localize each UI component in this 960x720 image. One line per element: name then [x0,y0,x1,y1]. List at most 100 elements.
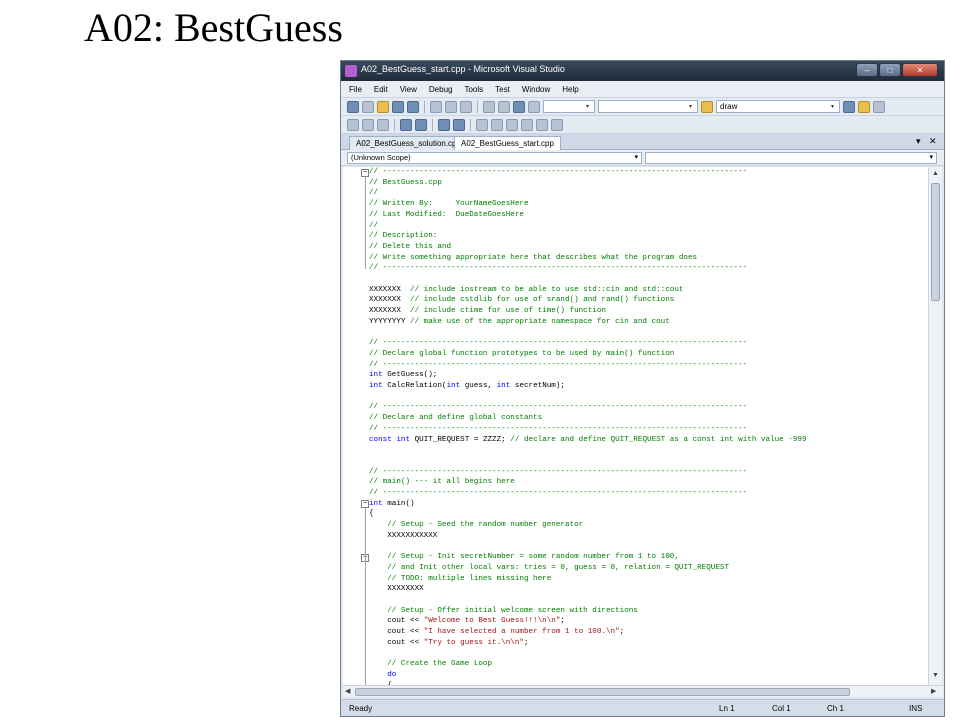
redo-icon[interactable] [498,100,510,113]
copy-icon[interactable] [445,100,457,113]
code-line: // Last Modified: DueDateGoesHere [369,210,524,221]
next-bookmark-icon[interactable] [506,118,518,131]
close-tab-icon[interactable]: ✕ [929,136,937,147]
uncomment-icon[interactable] [453,118,465,131]
horizontal-scroll-thumb[interactable] [355,688,850,696]
comment-icon[interactable] [438,118,450,131]
menu-file[interactable]: File [349,85,362,94]
code-token: "Welcome to Best Guess!!!\n\n" [423,617,561,626]
code-token: // Written By: YourNameGoesHere [369,200,529,209]
menu-view[interactable]: View [400,85,417,94]
collapse-region-icon[interactable]: − [361,168,369,177]
code-line: // Setup - Offer initial welcome screen … [369,606,638,617]
platform-select[interactable]: ▾ [598,100,698,113]
close-button[interactable]: ✕ [902,63,938,77]
properties-icon[interactable] [873,100,885,113]
scroll-right-arrow-icon[interactable]: ▶ [931,687,936,695]
code-line: // Create the Game Loop [369,659,492,670]
code-token: // -------------------------------------… [369,264,748,273]
paste-icon[interactable] [460,100,472,113]
code-token: cout << [369,617,424,626]
maximize-button[interactable]: □ [879,63,901,77]
standard-toolbar: ▾ ▾ draw ▾ [341,98,944,116]
find-input[interactable]: draw ▾ [716,100,840,113]
increase-indent-icon[interactable] [415,118,427,131]
code-token: { [369,510,374,519]
code-line: // Setup - Init secretNumber = some rand… [369,552,679,563]
tab-list-dropdown-icon[interactable]: ▾ [916,136,921,147]
find-icon[interactable] [701,100,713,113]
prev-bookmark-folder-icon[interactable] [521,118,533,131]
decrease-indent-icon[interactable] [400,118,412,131]
member-list-icon[interactable] [347,118,359,131]
menu-bar: File Edit View Debug Tools Test Window H… [341,81,944,98]
member-select[interactable]: ▾ [645,152,937,164]
code-token: // TODO: multiple lines missing here [387,574,552,583]
code-line: // -------------------------------------… [369,360,747,371]
toolbar-separator [432,118,433,131]
bookmark-icon[interactable] [476,118,488,131]
code-line: do [369,670,396,681]
start-debug-icon[interactable] [528,100,540,113]
code-token: // -------------------------------------… [369,339,748,348]
slide-title: A02: BestGuess [84,5,343,50]
find-in-files-icon[interactable] [843,100,855,113]
menu-test[interactable]: Test [495,85,510,94]
horizontal-scrollbar[interactable]: ◀ ▶ [343,685,943,697]
solution-config-select[interactable]: ▾ [543,100,595,113]
save-all-icon[interactable] [407,100,419,113]
code-line: // Delete this and [369,242,451,253]
code-line: int GetGuess(); [369,370,437,381]
menu-window[interactable]: Window [522,85,550,94]
tab-solution-file[interactable]: A02_BestGuess_solution.cpp [349,136,468,150]
minimize-button[interactable]: – [856,63,878,77]
code-line: XXXXXXX // include cstdlib for use of sr… [369,295,674,306]
scroll-up-arrow-icon[interactable]: ▲ [932,170,939,177]
code-line: // Declare and define global constants [369,413,542,424]
vertical-scrollbar[interactable]: ▲ ▼ [928,167,942,685]
code-line: // -------------------------------------… [369,263,747,274]
code-token: int [496,382,511,390]
next-bookmark-folder-icon[interactable] [536,118,548,131]
undo-icon[interactable] [483,100,495,113]
clear-bookmarks-icon[interactable] [551,118,563,131]
save-icon[interactable] [392,100,404,113]
title-bar[interactable]: A02_BestGuess_start.cpp - Microsoft Visu… [341,61,944,81]
menu-edit[interactable]: Edit [374,85,388,94]
navigate-icon[interactable] [513,100,525,113]
menu-help[interactable]: Help [562,85,578,94]
code-token: do [387,670,397,679]
add-item-icon[interactable] [362,100,374,113]
code-line: // -------------------------------------… [369,488,747,499]
code-editor[interactable]: // -------------------------------------… [343,167,933,685]
code-line: // main() --- it all begins here [369,477,515,488]
prev-bookmark-icon[interactable] [491,118,503,131]
code-token: // include ctime for use of time() funct… [410,307,606,316]
new-project-icon[interactable] [347,100,359,113]
code-token: // -------------------------------------… [369,168,748,176]
scroll-left-arrow-icon[interactable]: ◀ [345,687,350,695]
code-line: XXXXXXXXXXX [369,531,437,542]
code-token: ; [619,628,625,637]
menu-debug[interactable]: Debug [429,85,453,94]
vertical-scroll-thumb[interactable] [931,183,940,301]
quick-info-icon[interactable] [377,118,389,131]
cut-icon[interactable] [430,100,442,113]
code-line: int CalcRelation(int guess, int secretNu… [369,381,565,392]
code-token: "Try to guess it.\n\n" [423,638,524,647]
parameter-info-icon[interactable] [362,118,374,131]
menu-tools[interactable]: Tools [464,85,483,94]
code-line: // [369,188,378,199]
code-token: QUIT_REQUEST = ZZZZ; [410,435,511,444]
solution-explorer-icon[interactable] [858,100,870,113]
open-file-icon[interactable] [377,100,389,113]
code-line: { [369,509,374,520]
scroll-down-arrow-icon[interactable]: ▼ [932,672,939,679]
text-editor-toolbar [341,116,944,134]
code-line: cout << "I have selected a number from 1… [369,627,624,638]
tab-start-file[interactable]: A02_BestGuess_start.cpp [454,136,561,150]
collapse-region-icon[interactable]: − [361,500,369,509]
scope-select[interactable]: (Unknown Scope) ▾ [347,152,642,164]
